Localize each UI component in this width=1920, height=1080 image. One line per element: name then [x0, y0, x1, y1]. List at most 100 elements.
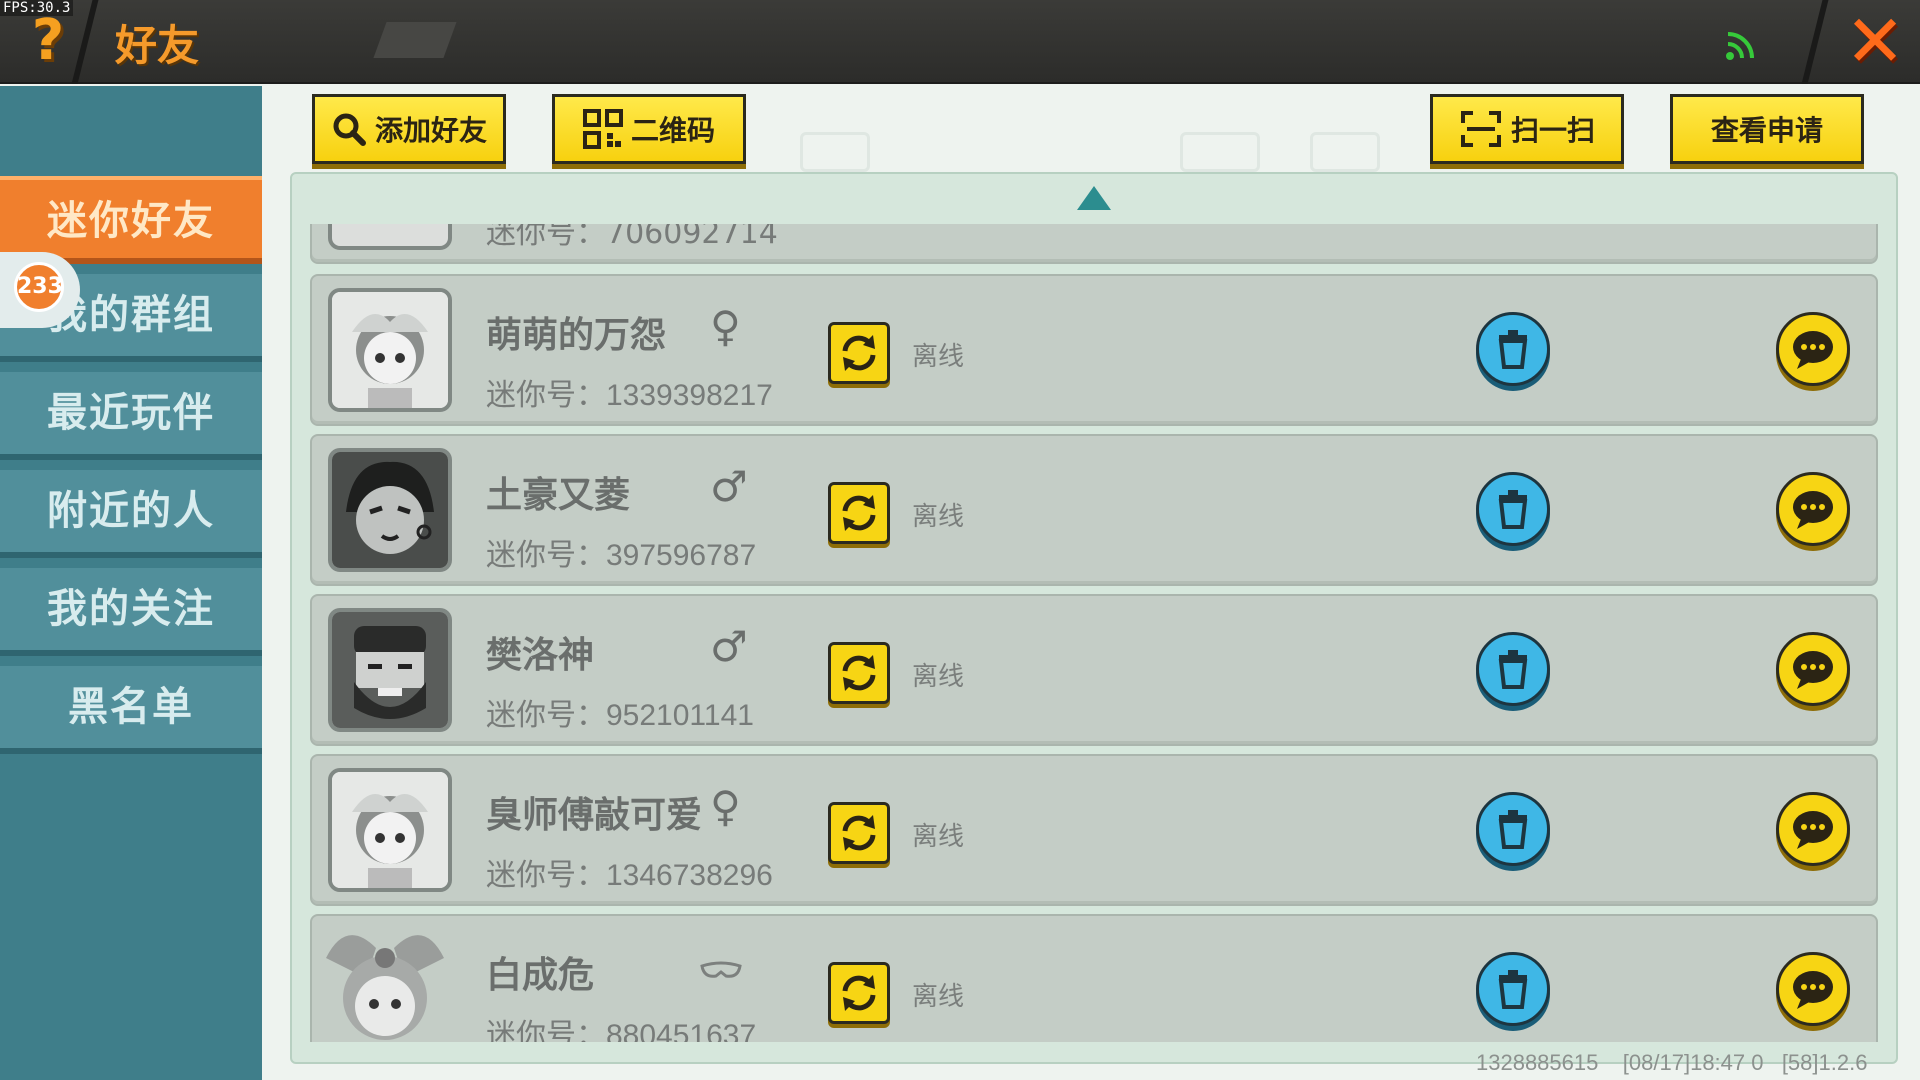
- friend-row-partial[interactable]: 迷你号：706092714: [310, 224, 1878, 264]
- chat-bubble-icon: [1793, 491, 1833, 529]
- sidebar-item-my-follows[interactable]: 我的关注: [0, 568, 262, 656]
- refresh-button[interactable]: [828, 642, 890, 704]
- refresh-icon: [842, 815, 876, 851]
- chat-button[interactable]: [1776, 312, 1850, 386]
- girl-avatar-icon: [332, 292, 448, 408]
- chat-button[interactable]: [1776, 952, 1850, 1026]
- header-decoration: [373, 22, 457, 58]
- avatar[interactable]: [328, 224, 452, 250]
- refresh-button[interactable]: [828, 802, 890, 864]
- chat-bubble-icon: [1793, 811, 1833, 849]
- sidebar-item-nearby-people[interactable]: 附近的人: [0, 470, 262, 558]
- chat-bubble-icon: [1793, 331, 1833, 369]
- add-friend-label: 添加好友: [374, 114, 487, 147]
- trash-icon: [1498, 650, 1528, 689]
- online-status: 离线: [912, 502, 965, 532]
- notification-badge: 233: [14, 262, 64, 312]
- mini-id: 迷你号：1339398217: [486, 370, 773, 414]
- friend-row[interactable]: 土豪又菱 ♂ 迷你号：397596787 离线: [310, 434, 1878, 586]
- refresh-button[interactable]: [828, 322, 890, 384]
- mini-id: 迷你号：706092714: [486, 224, 778, 251]
- mini-id-label: 迷你号：: [486, 1019, 606, 1042]
- wifi-signal-icon: [1726, 32, 1754, 60]
- avatar[interactable]: [328, 608, 452, 732]
- avatar[interactable]: [328, 448, 452, 572]
- refresh-button[interactable]: [828, 482, 890, 544]
- friend-row[interactable]: 臭师傅敲可爱 ♀ 迷你号：1346738296 离线: [310, 754, 1878, 906]
- background-decoration: [800, 132, 870, 172]
- top-bar: FPS:30.3 ? 好友 ✕: [0, 0, 1920, 84]
- sidebar-item-mini-friends[interactable]: 迷你好友: [0, 176, 262, 264]
- delete-friend-button[interactable]: [1476, 632, 1550, 706]
- friend-row[interactable]: 樊洛神 ♂ 迷你号：952101141 离线: [310, 594, 1878, 746]
- qr-code-icon: [582, 109, 623, 149]
- header-divider-right: [1801, 0, 1829, 84]
- mini-id: 迷你号：397596787: [486, 530, 756, 574]
- scroll-up-arrow-icon[interactable]: [1077, 186, 1111, 210]
- online-status: 离线: [912, 822, 965, 852]
- view-requests-label: 查看申请: [1710, 114, 1823, 147]
- online-status: 离线: [912, 342, 965, 372]
- debug-footer-info: 1328885615 [08/17]18:47 0 [58]1.2.6: [1476, 1050, 1868, 1075]
- add-friend-button[interactable]: 添加好友: [312, 94, 506, 164]
- delete-friend-button[interactable]: [1476, 472, 1550, 546]
- scan-label: 扫一扫: [1510, 114, 1595, 147]
- trash-icon: [1498, 330, 1528, 369]
- view-requests-button[interactable]: 查看申请: [1670, 94, 1864, 164]
- mini-id-value: 397596787: [606, 539, 757, 572]
- background-decoration: [1310, 132, 1380, 172]
- chat-button[interactable]: [1776, 472, 1850, 546]
- mini-id-value: 880451637: [606, 1019, 757, 1042]
- avatar[interactable]: [328, 768, 452, 892]
- female-icon: ♀: [710, 302, 741, 351]
- trash-icon: [1498, 490, 1528, 529]
- winged-girl-avatar-icon: [326, 935, 444, 1040]
- scan-icon: [1460, 111, 1501, 147]
- help-button[interactable]: ?: [18, 8, 78, 74]
- close-button[interactable]: ✕: [1842, 5, 1908, 77]
- chat-button[interactable]: [1776, 632, 1850, 706]
- friend-name: 萌萌的万怨: [486, 315, 667, 356]
- bearded-man-avatar-icon: [332, 612, 448, 728]
- avatar[interactable]: [316, 918, 454, 1042]
- refresh-icon: [842, 975, 876, 1011]
- mini-id-value: 1339398217: [606, 379, 773, 412]
- chat-button[interactable]: [1776, 792, 1850, 866]
- delete-friend-button[interactable]: [1476, 792, 1550, 866]
- mini-id: 迷你号：1346738296: [486, 850, 773, 894]
- friend-list[interactable]: 迷你号：706092714 萌萌的万怨 ♀ 迷你号：1339398217 离线 …: [310, 224, 1882, 1042]
- mini-id-label: 迷你号：: [486, 539, 606, 572]
- female-icon: ♀: [710, 782, 741, 831]
- mini-id-label: 迷你号：: [486, 859, 606, 892]
- search-icon: [333, 113, 366, 146]
- friend-row[interactable]: 白成危 迷你号：880451637 离线: [310, 914, 1878, 1042]
- mini-id-value: 952101141: [606, 699, 754, 732]
- qr-code-button[interactable]: 二维码: [552, 94, 746, 164]
- sidebar-item-recent-players[interactable]: 最近玩伴: [0, 372, 262, 460]
- cat-girl-avatar-icon: [332, 452, 448, 568]
- scan-button[interactable]: 扫一扫: [1430, 94, 1624, 164]
- background-decoration: [1180, 132, 1260, 172]
- chat-bubble-icon: [1793, 651, 1833, 689]
- online-status: 离线: [912, 662, 965, 692]
- refresh-icon: [842, 335, 876, 371]
- mini-id: 迷你号：952101141: [486, 690, 754, 734]
- girl-avatar-icon: [332, 772, 448, 888]
- avatar[interactable]: [328, 288, 452, 412]
- friend-name: 白成危: [486, 955, 595, 996]
- friend-row[interactable]: 萌萌的万怨 ♀ 迷你号：1339398217 离线: [310, 274, 1878, 426]
- friend-name: 臭师傅敲可爱: [486, 795, 703, 836]
- mask-icon: [700, 961, 742, 978]
- male-icon: ♂: [710, 622, 748, 671]
- trash-icon: [1498, 970, 1528, 1009]
- mini-id-label: 迷你号：: [486, 379, 606, 412]
- friend-name: 樊洛神: [486, 635, 595, 676]
- delete-friend-button[interactable]: [1476, 312, 1550, 386]
- mini-id: 迷你号：880451637: [486, 1010, 756, 1042]
- friend-name: 土豪又菱: [486, 475, 631, 516]
- sidebar-item-blacklist[interactable]: 黑名单: [0, 666, 262, 754]
- refresh-icon: [842, 655, 876, 691]
- male-icon: ♂: [710, 462, 748, 511]
- refresh-button[interactable]: [828, 962, 890, 1024]
- delete-friend-button[interactable]: [1476, 952, 1550, 1026]
